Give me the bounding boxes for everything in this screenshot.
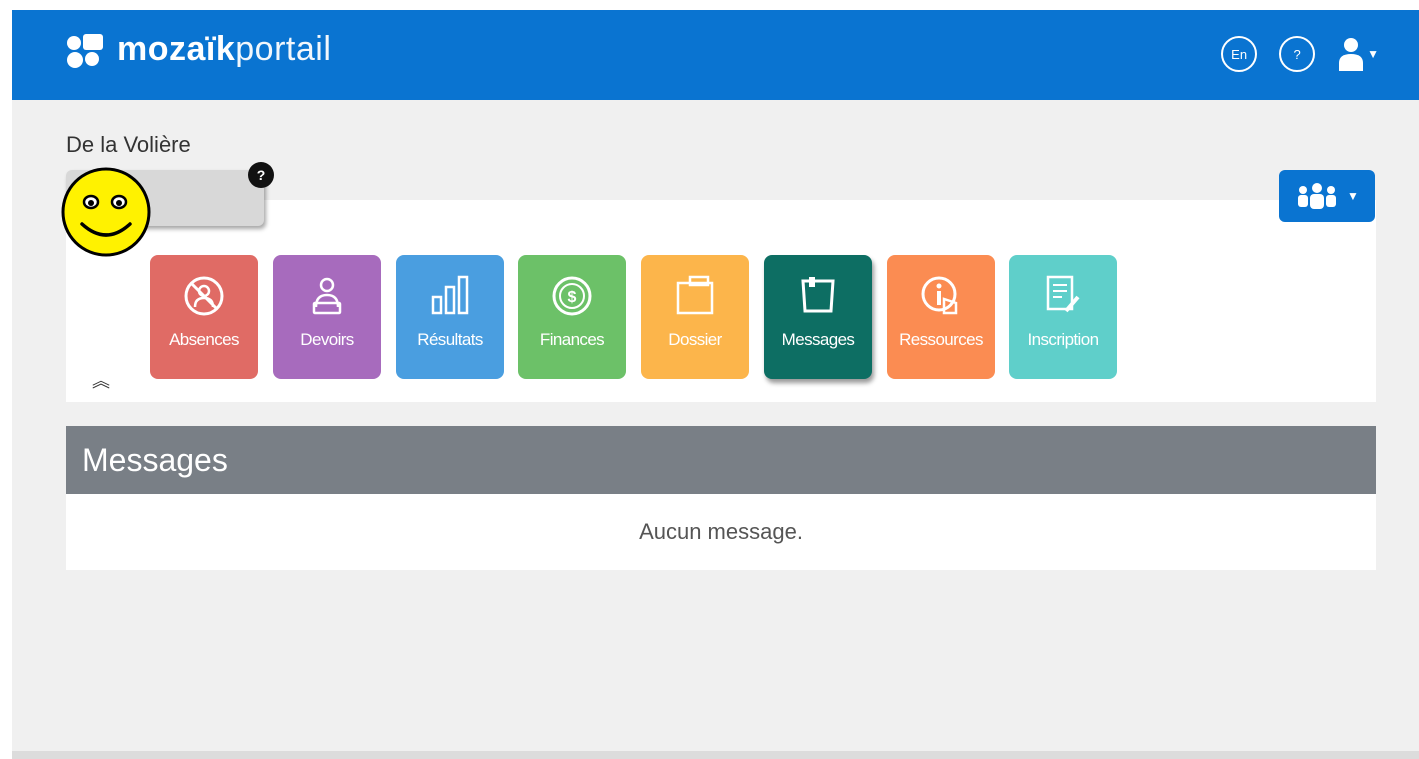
- tile-resultats[interactable]: Résultats: [396, 255, 504, 379]
- logo-mark-icon: [67, 28, 105, 70]
- tile-label: Messages: [781, 330, 855, 349]
- tile-label: Ressources: [899, 330, 983, 349]
- logo-text: mozaïkportail: [117, 30, 331, 69]
- logo-text-bold: mozaïk: [117, 29, 236, 68]
- folder-icon: [676, 275, 714, 315]
- messages-empty-text: Aucun message.: [66, 494, 1376, 570]
- top-icons: En ? ▼: [1221, 36, 1379, 72]
- school-name: De la Volière: [66, 132, 191, 157]
- logo-text-light: portail: [235, 29, 332, 68]
- homework-icon: [312, 277, 342, 315]
- group-selector-button[interactable]: ▼: [1279, 170, 1375, 222]
- mozaik-logo[interactable]: mozaïkportail: [67, 28, 331, 70]
- app-frame: mozaïkportail En ? ▼ De la Volière ? ▼ ︽…: [12, 10, 1419, 759]
- language-label: En: [1231, 46, 1248, 62]
- top-bar: mozaïkportail En ? ▼: [12, 10, 1419, 100]
- form-pencil-icon: [1046, 275, 1080, 313]
- message-icon: [801, 277, 835, 313]
- help-label: ?: [1293, 46, 1301, 62]
- tile-inscription[interactable]: Inscription: [1009, 255, 1117, 379]
- tile-label: Finances: [539, 330, 605, 349]
- chevron-down-icon: ▼: [1367, 47, 1379, 61]
- tile-label: Résultats: [417, 330, 483, 349]
- bar-chart-icon: [431, 275, 469, 315]
- chevron-down-icon: ▼: [1347, 189, 1359, 203]
- tile-finances[interactable]: $ Finances: [518, 255, 626, 379]
- tile-label: Dossier: [668, 330, 722, 349]
- language-button[interactable]: En: [1221, 36, 1258, 72]
- tile-label: Absences: [169, 330, 239, 349]
- dollar-coin-icon: $: [552, 276, 592, 316]
- info-hand-icon: [921, 276, 958, 315]
- messages-section-title: Messages: [66, 426, 1376, 494]
- tile-devoirs[interactable]: Devoirs: [273, 255, 381, 379]
- student-help-badge[interactable]: ?: [248, 162, 274, 188]
- footer-divider: [12, 751, 1419, 759]
- group-icon: [1298, 183, 1337, 209]
- tile-label: Devoirs: [300, 330, 354, 349]
- tile-label: Inscription: [1027, 330, 1099, 349]
- tile-ressources[interactable]: Ressources: [887, 255, 995, 379]
- svg-text:$: $: [568, 289, 577, 306]
- user-icon: [1339, 38, 1364, 71]
- collapse-chevron-icon[interactable]: ︽: [92, 367, 110, 393]
- smiley-icon: [61, 167, 151, 257]
- help-button[interactable]: ?: [1279, 36, 1316, 72]
- tile-dossier[interactable]: Dossier: [641, 255, 749, 379]
- tile-messages[interactable]: Messages: [764, 255, 872, 379]
- tile-absences[interactable]: Absences: [150, 255, 258, 379]
- user-menu-button[interactable]: ▼: [1337, 37, 1379, 71]
- absence-icon: [184, 276, 224, 316]
